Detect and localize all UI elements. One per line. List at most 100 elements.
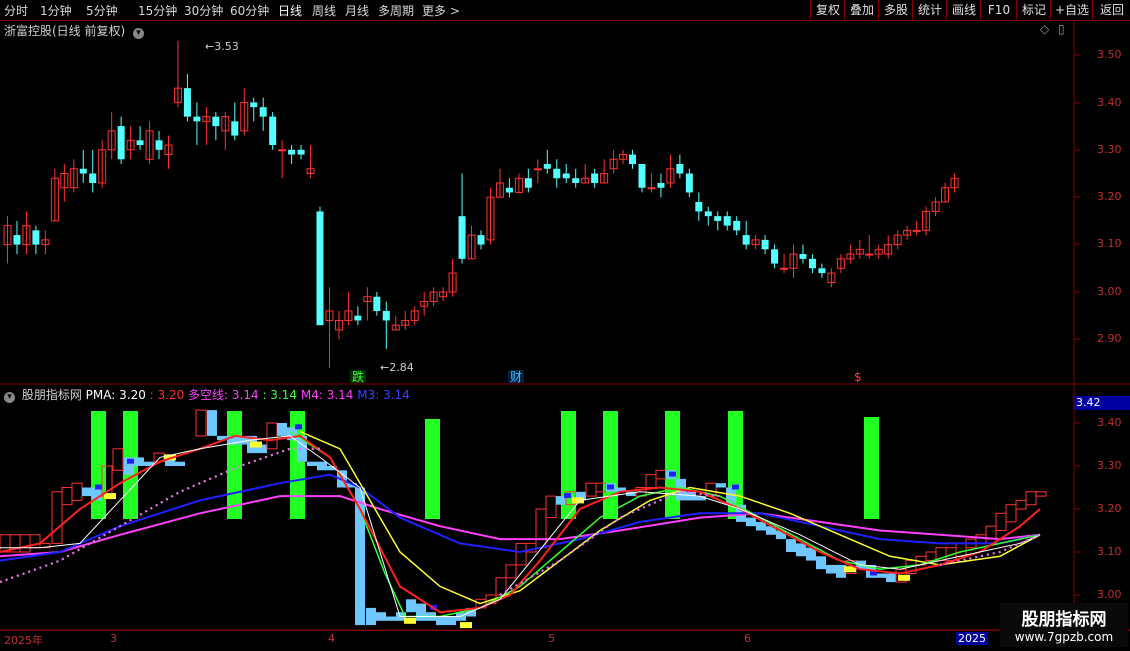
indicator-step-down xyxy=(886,573,896,583)
dotted-line-b xyxy=(0,447,320,584)
candle-body-down xyxy=(89,173,97,183)
candle-body-down xyxy=(553,168,561,179)
indicator-blue-marker xyxy=(732,484,739,490)
indicator-step-up xyxy=(645,474,657,489)
candle-body-down xyxy=(799,254,807,259)
candle-body-down xyxy=(79,168,87,174)
event-marker-fall: 跌 xyxy=(352,369,364,384)
indicator-step-up xyxy=(655,469,667,480)
candle-body-down xyxy=(657,182,665,188)
candle-body-down xyxy=(695,201,703,212)
candle-body-down xyxy=(723,216,731,226)
candle-body-down xyxy=(638,164,646,188)
date-label: 5 xyxy=(548,632,555,645)
indicator-yellow-marker xyxy=(404,617,416,624)
candle-body-down xyxy=(543,164,551,169)
indicator-step-up xyxy=(515,542,527,566)
signal-bar xyxy=(864,417,879,519)
candle-body-down xyxy=(733,220,741,231)
site-watermark: 股朋指标网 www.7gpzb.com xyxy=(1000,603,1128,647)
indicator-blue-marker xyxy=(95,484,102,490)
indicator-step-up xyxy=(535,508,547,549)
indicator-step-up xyxy=(975,534,987,544)
candle-body-down xyxy=(524,178,532,188)
candle-body-down xyxy=(818,268,826,274)
indicator-step-down xyxy=(406,599,416,613)
candle-body-down xyxy=(761,239,769,250)
candle-body-up xyxy=(912,229,921,232)
indicator-step-down xyxy=(876,573,886,578)
candle-body-down xyxy=(562,173,570,179)
candle-body-down xyxy=(477,235,485,245)
indicator-step-up xyxy=(925,551,937,562)
kline-chart[interactable]: ←3.53 ←2.84 跌 财 $ xyxy=(0,0,1130,650)
candle-body-down xyxy=(676,164,684,174)
indicator-step-down xyxy=(416,603,426,621)
signal-bar xyxy=(665,411,680,519)
indicator-step-down xyxy=(307,461,317,466)
event-marker-finance: 财 xyxy=(510,370,522,384)
indicator-step-down xyxy=(386,616,396,621)
candle-body-down xyxy=(505,187,513,193)
indicator-yellow-marker xyxy=(898,574,910,581)
indicator-step-down xyxy=(207,410,217,436)
candle-body-down xyxy=(269,116,277,146)
indicator-step-down xyxy=(366,607,376,626)
indicator-step-up xyxy=(995,512,1007,531)
candle-body-down xyxy=(193,116,201,122)
candle-body-down xyxy=(316,211,324,326)
candle-body-down xyxy=(231,121,239,136)
candle-body-down xyxy=(704,211,712,217)
indicator-step-up xyxy=(1025,491,1037,506)
indicator-blue-marker xyxy=(127,458,134,464)
candle-body-down xyxy=(354,315,362,321)
candle-body-down xyxy=(297,149,305,155)
candle-body-down xyxy=(183,88,191,117)
candle-body-down xyxy=(373,296,381,311)
candle-body-down xyxy=(572,178,580,183)
indicator-step-down xyxy=(175,461,185,466)
indicator-step-down xyxy=(277,423,287,436)
indicator-step-down xyxy=(134,457,144,466)
watermark-title: 股朋指标网 xyxy=(1021,610,1107,630)
candle-body-up xyxy=(647,187,656,190)
m3-line xyxy=(0,473,1041,562)
candle-body-up xyxy=(780,267,789,270)
indicator-step-up xyxy=(955,542,967,557)
indicator-step-up xyxy=(266,422,278,450)
indicator-step-down xyxy=(716,483,726,488)
candle-body-down xyxy=(771,249,779,264)
indicator-step-up xyxy=(545,495,557,519)
candle-body-down xyxy=(212,116,220,127)
indicator-step-up xyxy=(61,487,73,506)
indicator-step-up xyxy=(51,491,63,544)
indicator-yellow-marker xyxy=(460,622,472,629)
indicator-step-down xyxy=(826,564,836,574)
date-label: 4 xyxy=(328,632,335,645)
candle-body-down xyxy=(629,154,637,165)
candle-body-down xyxy=(250,102,258,108)
indicator-step-down xyxy=(786,539,796,552)
candle-body-down xyxy=(808,258,816,269)
high-price-label: ←3.53 xyxy=(205,40,239,53)
signal-bar xyxy=(603,411,618,519)
date-label: 6 xyxy=(744,632,751,645)
indicator-yellow-marker xyxy=(250,441,262,448)
candle-body-down xyxy=(136,140,144,146)
indicator-step-up xyxy=(1015,499,1027,510)
indicator-blue-marker xyxy=(669,471,676,477)
indicator-blue-marker xyxy=(607,484,614,490)
indicator-step-up xyxy=(19,534,31,553)
dotted-line-a xyxy=(0,447,320,584)
indicator-step-up xyxy=(1005,504,1017,523)
date-label: 2025年 xyxy=(4,634,43,647)
candle-body-down xyxy=(458,216,466,259)
indicator-blue-marker xyxy=(295,424,302,430)
candle-body-down xyxy=(714,216,722,221)
candle-body-down xyxy=(117,126,125,160)
candle-body-down xyxy=(155,140,163,150)
candle-body-up xyxy=(865,253,874,256)
signal-bar xyxy=(91,411,106,519)
candle-body-down xyxy=(13,235,21,245)
signal-bar xyxy=(425,419,440,519)
